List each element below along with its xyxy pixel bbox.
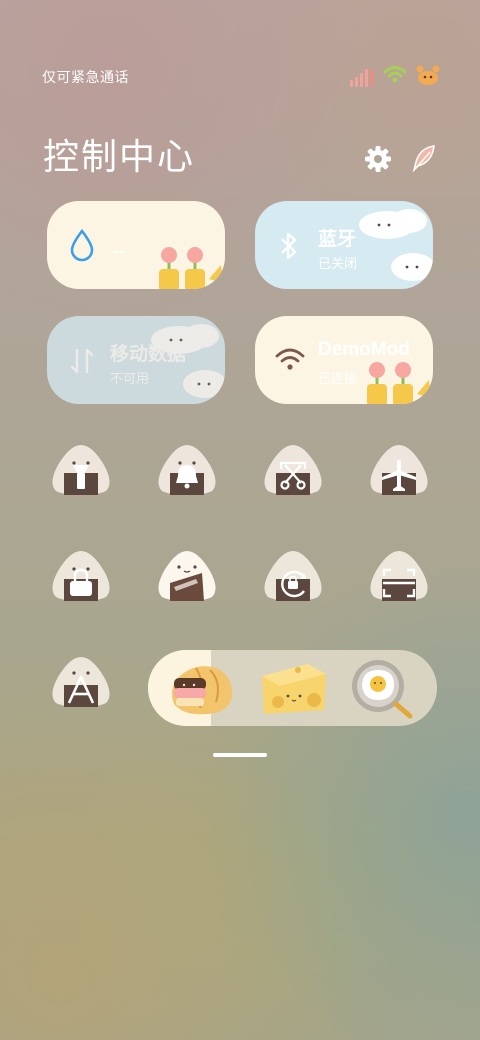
settings-icon[interactable] [364,145,392,173]
screenshot-toggle[interactable] [260,443,326,495]
egg-pan-icon[interactable] [348,656,420,720]
water-tile[interactable]: -- [47,201,225,289]
font-toggle[interactable] [48,655,114,707]
cloud-decoration-icon [151,324,225,398]
bluetooth-tile[interactable]: 蓝牙 已关闭 [255,201,433,289]
reading-mode-toggle[interactable] [154,549,220,601]
mobile-data-tile[interactable]: 移动数据 不可用 [47,316,225,404]
lock-screen-toggle[interactable] [48,549,114,601]
water-drop-icon [70,228,94,262]
status-icons [350,64,441,91]
page-title: 控制中心 [43,136,196,177]
silent-toggle[interactable] [154,443,220,495]
status-carrier-text: 仅可紧急通话 [42,69,129,85]
flashlight-toggle[interactable] [48,443,114,495]
wifi-tile-subtitle: 已连接 [318,371,358,386]
mobile-data-icon [70,348,94,374]
home-indicator[interactable] [213,753,267,757]
brightness-switcher[interactable] [148,650,437,726]
battery-crab-icon [415,64,441,91]
signal-icon [350,68,375,87]
bluetooth-icon [281,232,297,260]
tulip-decoration-icon [367,362,431,404]
cloud-decoration-icon [359,209,433,289]
water-tile-title: -- [112,241,125,262]
airplane-toggle[interactable] [366,443,432,495]
wifi-icon [275,348,305,370]
wifi-icon [383,65,407,90]
edit-feather-icon[interactable] [410,144,438,174]
tulip-decoration-icon [159,247,223,289]
croissant-icon[interactable] [166,658,238,718]
cheese-icon[interactable] [258,658,330,718]
rotation-lock-toggle[interactable] [260,549,326,601]
scan-toggle[interactable] [366,549,432,601]
wifi-tile[interactable]: DemoMod 已连接 [255,316,433,404]
